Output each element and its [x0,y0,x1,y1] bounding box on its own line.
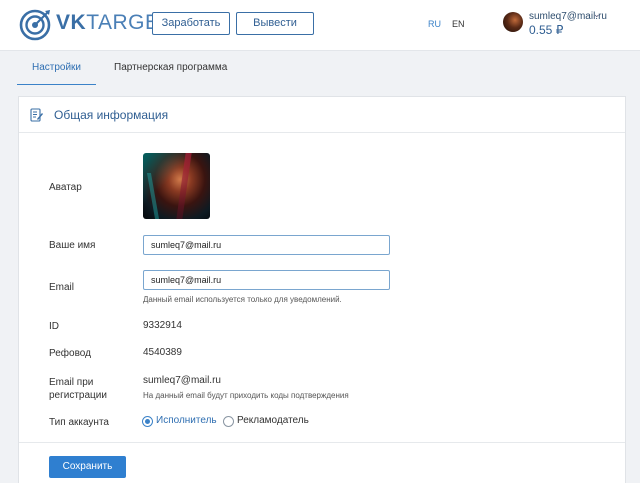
earn-button[interactable]: Заработать [152,12,230,35]
avatar-art-detail [176,153,192,219]
email-label: Email [49,282,75,293]
email-hint: Данный email используется только для уве… [143,295,342,304]
target-logo-icon[interactable] [19,8,52,41]
panel-header: Общая информация [19,97,625,133]
radio-advertiser[interactable] [223,416,234,427]
reg-email-value: sumleq7@mail.ru [143,375,221,386]
id-label: ID [49,321,59,332]
account-type-label: Тип аккаунта [49,417,109,428]
id-value: 9332914 [143,320,182,331]
chevron-down-icon[interactable]: ⌄ [593,9,601,20]
name-input[interactable]: sumleq7@mail.ru [143,235,390,255]
divider [19,442,625,443]
referrer-value: 4540389 [143,347,182,358]
lang-en-link[interactable]: EN [452,19,465,29]
reg-email-hint: На данный email будут приходить коды под… [143,391,349,400]
referrer-label: Рефовод [49,348,91,359]
name-label: Ваше имя [49,240,96,251]
avatar-label: Аватар [49,182,82,193]
radio-advertiser-label[interactable]: Рекламодатель [237,415,309,426]
tab-settings[interactable]: Настройки [17,51,96,86]
avatar-image[interactable] [143,153,210,219]
save-button[interactable]: Сохранить [49,456,126,478]
general-info-panel: Общая информация Аватар Ваше имя sumleq7… [18,96,626,483]
radio-executor[interactable] [142,416,153,427]
reg-email-label: Email при регистрации [49,377,107,401]
edit-document-icon [30,108,43,122]
tab-partner-program[interactable]: Партнерская программа [114,51,227,86]
tabs-bar: Настройки Партнерская программа [0,50,640,86]
panel-title: Общая информация [54,108,169,122]
balance: 0.55 ₽ [529,23,564,37]
withdraw-button[interactable]: Вывести [236,12,314,35]
user-avatar[interactable] [503,12,523,32]
top-header: VKTARGET Заработать Вывести RU EN sumleq… [0,0,640,50]
lang-ru-link[interactable]: RU [428,19,441,29]
avatar-art-detail [146,173,160,219]
radio-executor-label[interactable]: Исполнитель [156,415,217,426]
email-input[interactable]: sumleq7@mail.ru [143,270,390,290]
